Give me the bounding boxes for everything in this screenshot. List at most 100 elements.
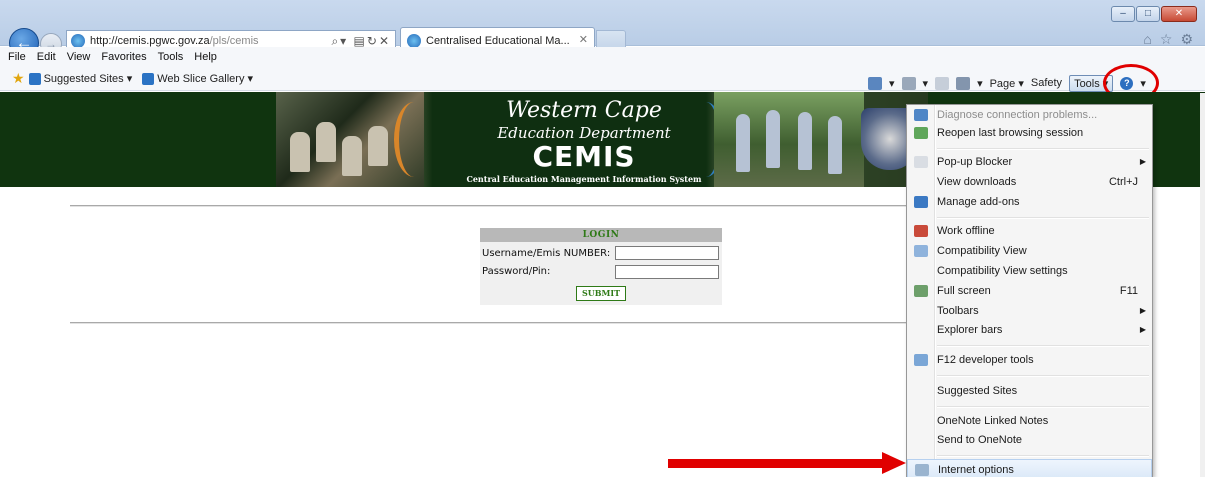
menu-item-suggested-sites[interactable]: Suggested Sites <box>907 381 1152 401</box>
menu-separator <box>937 455 1149 457</box>
menu-item-manage-addons[interactable]: Manage add-ons <box>907 192 1152 212</box>
menu-item-label: Compatibility View <box>937 245 1027 257</box>
menu-item-full-screen[interactable]: Full screen F11 <box>907 281 1152 301</box>
menu-separator <box>937 148 1149 150</box>
refresh-icon[interactable]: ↻ <box>367 34 379 48</box>
menu-separator <box>937 217 1149 219</box>
dropdown-icon[interactable]: ▾ <box>889 77 895 90</box>
tab-title: Centralised Educational Ma... <box>426 34 570 47</box>
dropdown-icon[interactable]: ▾ <box>977 77 983 90</box>
submit-button[interactable]: SUBMIT <box>576 286 626 301</box>
menu-item-diagnose-connection[interactable]: Diagnose connection problems... <box>907 105 1152 125</box>
feeds-icon[interactable] <box>901 76 916 90</box>
submenu-arrow-icon: ▶ <box>1139 325 1146 334</box>
menu-item-compatibility-view-settings[interactable]: Compatibility View settings <box>907 261 1152 281</box>
student-figure <box>290 132 310 172</box>
menu-item-label: Pop-up Blocker <box>937 156 1013 168</box>
minimize-button[interactable]: – <box>1111 6 1135 22</box>
full-screen-icon <box>914 285 928 297</box>
home-icon[interactable] <box>868 76 882 90</box>
maximize-button[interactable]: □ <box>1136 6 1160 22</box>
menu-item-label: Internet options <box>938 464 1014 476</box>
menu-item-compatibility-view[interactable]: Compatibility View <box>907 241 1152 261</box>
banner-swoosh-left <box>394 102 434 177</box>
menu-item-label: View downloads <box>937 176 1017 188</box>
menu-item-view-downloads[interactable]: View downloads Ctrl+J <box>907 172 1152 192</box>
menu-tools[interactable]: Tools <box>158 51 184 63</box>
menu-item-label: Reopen last browsing session <box>937 127 1084 139</box>
menu-item-reopen-session[interactable]: Reopen last browsing session <box>907 123 1152 143</box>
menu-item-label: Compatibility View settings <box>937 265 1068 277</box>
menu-item-label: Send to OneNote <box>937 434 1023 446</box>
login-heading: LOGIN <box>480 228 722 242</box>
window-controls: – □ ✕ <box>1111 6 1197 22</box>
safety-menu-button[interactable]: Safety <box>1031 77 1062 89</box>
student-figure <box>342 136 362 176</box>
menu-item-label: Manage add-ons <box>937 196 1020 208</box>
suggested-sites-link[interactable]: Suggested Sites ▾ <box>28 72 132 85</box>
address-url[interactable]: http://cemis.pgwc.gov.za/pls/cemis <box>90 35 259 47</box>
menu-edit[interactable]: Edit <box>37 51 56 63</box>
menu-item-label: Suggested Sites <box>937 385 1018 397</box>
menu-view[interactable]: View <box>67 51 91 63</box>
compatibility-view-icon <box>914 245 928 257</box>
annotation-arrow-head <box>882 452 906 474</box>
divider-bottom <box>70 322 910 324</box>
favorites-star-icon[interactable]: ☆ <box>1160 31 1173 48</box>
banner-title-cemis: CEMIS <box>532 140 636 173</box>
ie-favicon-icon <box>71 34 85 48</box>
address-path: /pls/cemis <box>209 35 259 47</box>
scrollbar-track[interactable] <box>1200 93 1205 477</box>
menu-separator <box>937 375 1149 377</box>
annotation-arrow <box>668 459 883 468</box>
work-offline-icon <box>914 225 928 237</box>
internet-options-icon <box>915 464 929 476</box>
home-icon[interactable]: ⌂ <box>1143 31 1151 48</box>
student-figure <box>736 114 750 172</box>
submenu-arrow-icon: ▶ <box>1139 157 1146 166</box>
menu-item-label: Diagnose connection problems... <box>937 109 1098 121</box>
page-menu-button[interactable]: Page ▾ <box>990 77 1024 90</box>
banner-title-line1: Western Cape <box>506 98 662 123</box>
dropdown-icon[interactable]: ▾ <box>923 77 929 90</box>
menu-item-f12-developer-tools[interactable]: F12 developer tools <box>907 350 1152 370</box>
menu-help[interactable]: Help <box>194 51 217 63</box>
network-icon <box>914 109 928 121</box>
print-icon[interactable] <box>956 76 971 90</box>
menu-item-onenote-linked-notes[interactable]: OneNote Linked Notes <box>907 411 1152 431</box>
popup-blocker-icon <box>914 156 928 168</box>
password-input[interactable] <box>615 265 719 279</box>
tab-close-icon[interactable]: ✕ <box>579 33 588 46</box>
favorites-star-icon[interactable]: ★ <box>12 70 25 87</box>
stop-icon[interactable]: ✕ <box>379 34 391 48</box>
menu-file[interactable]: File <box>8 51 26 63</box>
menu-bar: File Edit View Favorites Tools Help <box>0 47 1205 67</box>
menu-item-label: F12 developer tools <box>937 354 1034 366</box>
read-mail-icon[interactable] <box>935 76 950 90</box>
menu-separator <box>937 406 1149 408</box>
student-figure <box>828 116 842 174</box>
menu-item-label: Full screen <box>937 285 991 297</box>
compat-view-icon[interactable]: ▾ ▤ <box>340 34 367 48</box>
student-figure <box>798 112 812 170</box>
web-slice-gallery-label: Web Slice Gallery ▾ <box>157 73 254 85</box>
web-slice-gallery-link[interactable]: Web Slice Gallery ▾ <box>142 72 253 85</box>
username-input[interactable] <box>615 246 719 260</box>
address-host: http://cemis.pgwc.gov.za <box>90 35 210 47</box>
page-icon <box>28 72 41 85</box>
username-label: Username/Emis NUMBER: <box>482 248 611 259</box>
menu-item-toolbars[interactable]: Toolbars ▶ <box>907 301 1152 321</box>
menu-item-work-offline[interactable]: Work offline <box>907 221 1152 241</box>
search-icon[interactable]: ⌕ <box>331 34 340 48</box>
menu-item-send-to-onenote[interactable]: Send to OneNote <box>907 430 1152 450</box>
menu-item-internet-options[interactable]: Internet options <box>907 459 1152 477</box>
menu-item-popup-blocker[interactable]: Pop-up Blocker ▶ <box>907 152 1152 172</box>
menu-favorites[interactable]: Favorites <box>101 51 146 63</box>
close-button[interactable]: ✕ <box>1161 6 1197 22</box>
menu-item-label: Explorer bars <box>937 324 1003 336</box>
developer-tools-icon <box>914 354 928 366</box>
menu-item-shortcut: Ctrl+J <box>1108 176 1138 188</box>
gear-icon[interactable]: ⚙ <box>1180 31 1193 48</box>
menu-item-explorer-bars[interactable]: Explorer bars ▶ <box>907 320 1152 340</box>
reopen-icon <box>914 127 928 139</box>
